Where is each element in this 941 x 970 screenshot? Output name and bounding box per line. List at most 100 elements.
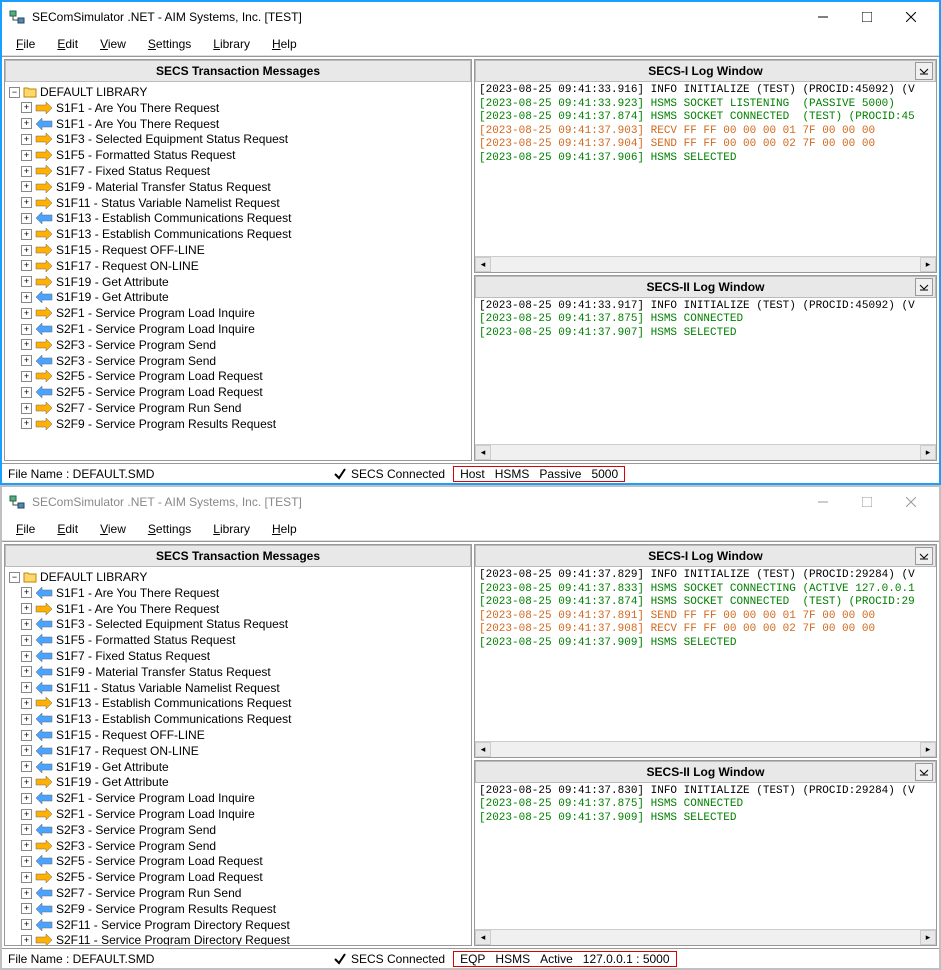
expand-icon[interactable]: + <box>21 698 32 709</box>
collapse-button[interactable] <box>915 278 933 296</box>
expand-icon[interactable]: + <box>21 840 32 851</box>
tree-item[interactable]: +S2F1 - Service Program Load Inquire <box>7 305 469 321</box>
menu-library[interactable]: Library <box>203 35 260 53</box>
tree-item[interactable]: +S1F19 - Get Attribute <box>7 759 469 775</box>
close-button[interactable] <box>889 4 933 30</box>
tree-item[interactable]: +S1F5 - Formatted Status Request <box>7 632 469 648</box>
expand-icon[interactable]: + <box>21 761 32 772</box>
expand-icon[interactable]: + <box>21 651 32 662</box>
expand-icon[interactable]: + <box>21 371 32 382</box>
tree-item[interactable]: +S1F7 - Fixed Status Request <box>7 163 469 179</box>
expand-icon[interactable]: + <box>21 245 32 256</box>
collapse-button[interactable] <box>915 763 933 781</box>
scroll-left-icon[interactable]: ◂ <box>475 742 491 757</box>
expand-icon[interactable]: + <box>21 118 32 129</box>
expand-icon[interactable]: + <box>21 603 32 614</box>
tree-item[interactable]: +S1F17 - Request ON-LINE <box>7 258 469 274</box>
tree-item[interactable]: +S1F19 - Get Attribute <box>7 274 469 290</box>
menu-help[interactable]: Help <box>262 520 307 538</box>
collapse-icon[interactable]: − <box>9 87 20 98</box>
expand-icon[interactable]: + <box>21 730 32 741</box>
tree-item[interactable]: +S1F17 - Request ON-LINE <box>7 743 469 759</box>
tree-item[interactable]: +S2F9 - Service Program Results Request <box>7 901 469 917</box>
expand-icon[interactable]: + <box>21 793 32 804</box>
minimize-button[interactable] <box>801 4 845 30</box>
tree-item[interactable]: +S2F7 - Service Program Run Send <box>7 400 469 416</box>
menu-settings[interactable]: Settings <box>138 520 201 538</box>
tree-item[interactable]: +S2F5 - Service Program Load Request <box>7 854 469 870</box>
tree-item[interactable]: +S1F19 - Get Attribute <box>7 775 469 791</box>
scroll-left-icon[interactable]: ◂ <box>475 445 491 460</box>
tree-item[interactable]: +S1F11 - Status Variable Namelist Reques… <box>7 195 469 211</box>
tree-item[interactable]: +S1F15 - Request OFF-LINE <box>7 242 469 258</box>
scrollbar-horizontal[interactable]: ◂▸ <box>475 256 936 272</box>
titlebar[interactable]: SEComSimulator .NET - AIM Systems, Inc. … <box>2 487 939 517</box>
expand-icon[interactable]: + <box>21 150 32 161</box>
expand-icon[interactable]: + <box>21 260 32 271</box>
expand-icon[interactable]: + <box>21 339 32 350</box>
tree-item[interactable]: +S2F5 - Service Program Load Request <box>7 369 469 385</box>
log-content[interactable]: [2023-08-25 09:41:37.830] INFO INITIALIZ… <box>475 783 936 929</box>
expand-icon[interactable]: + <box>21 102 32 113</box>
collapse-button[interactable] <box>915 547 933 565</box>
menu-file[interactable]: File <box>6 35 45 53</box>
tree-item[interactable]: +S1F13 - Establish Communications Reques… <box>7 226 469 242</box>
expand-icon[interactable]: + <box>21 134 32 145</box>
tree-item[interactable]: +S2F1 - Service Program Load Inquire <box>7 806 469 822</box>
tree-item[interactable]: +S2F3 - Service Program Send <box>7 822 469 838</box>
scroll-right-icon[interactable]: ▸ <box>920 742 936 757</box>
tree-item[interactable]: +S1F7 - Fixed Status Request <box>7 648 469 664</box>
expand-icon[interactable]: + <box>21 403 32 414</box>
expand-icon[interactable]: + <box>21 777 32 788</box>
tree-item[interactable]: +S1F1 - Are You There Request <box>7 601 469 617</box>
expand-icon[interactable]: + <box>21 292 32 303</box>
log-content[interactable]: [2023-08-25 09:41:37.829] INFO INITIALIZ… <box>475 567 936 741</box>
tree-item[interactable]: +S2F9 - Service Program Results Request <box>7 416 469 432</box>
titlebar[interactable]: SEComSimulator .NET - AIM Systems, Inc. … <box>2 2 939 32</box>
tree-item[interactable]: +S1F11 - Status Variable Namelist Reques… <box>7 680 469 696</box>
tree-item[interactable]: +S2F7 - Service Program Run Send <box>7 885 469 901</box>
scroll-left-icon[interactable]: ◂ <box>475 930 491 945</box>
scroll-left-icon[interactable]: ◂ <box>475 257 491 272</box>
tree-item[interactable]: +S1F1 - Are You There Request <box>7 116 469 132</box>
expand-icon[interactable]: + <box>21 276 32 287</box>
message-tree[interactable]: −DEFAULT LIBRARY+S1F1 - Are You There Re… <box>5 567 471 945</box>
collapse-icon[interactable]: − <box>9 572 20 583</box>
tree-item[interactable]: +S1F9 - Material Transfer Status Request <box>7 179 469 195</box>
tree-item[interactable]: +S1F19 - Get Attribute <box>7 290 469 306</box>
tree-item[interactable]: +S2F3 - Service Program Send <box>7 337 469 353</box>
expand-icon[interactable]: + <box>21 197 32 208</box>
scroll-right-icon[interactable]: ▸ <box>920 445 936 460</box>
expand-icon[interactable]: + <box>21 824 32 835</box>
tree-item[interactable]: +S1F5 - Formatted Status Request <box>7 147 469 163</box>
menu-library[interactable]: Library <box>203 520 260 538</box>
menu-settings[interactable]: Settings <box>138 35 201 53</box>
tree-item[interactable]: +S1F13 - Establish Communications Reques… <box>7 711 469 727</box>
tree-item[interactable]: +S1F3 - Selected Equipment Status Reques… <box>7 617 469 633</box>
expand-icon[interactable]: + <box>21 635 32 646</box>
expand-icon[interactable]: + <box>21 714 32 725</box>
tree-root[interactable]: −DEFAULT LIBRARY <box>7 84 469 100</box>
expand-icon[interactable]: + <box>21 856 32 867</box>
scroll-right-icon[interactable]: ▸ <box>920 257 936 272</box>
tree-item[interactable]: +S2F1 - Service Program Load Inquire <box>7 790 469 806</box>
expand-icon[interactable]: + <box>21 745 32 756</box>
tree-item[interactable]: +S1F9 - Material Transfer Status Request <box>7 664 469 680</box>
expand-icon[interactable]: + <box>21 355 32 366</box>
maximize-button[interactable] <box>845 4 889 30</box>
menu-help[interactable]: Help <box>262 35 307 53</box>
tree-item[interactable]: +S2F1 - Service Program Load Inquire <box>7 321 469 337</box>
expand-icon[interactable]: + <box>21 387 32 398</box>
tree-item[interactable]: +S1F13 - Establish Communications Reques… <box>7 696 469 712</box>
close-button[interactable] <box>889 489 933 515</box>
expand-icon[interactable]: + <box>21 903 32 914</box>
expand-icon[interactable]: + <box>21 619 32 630</box>
scrollbar-horizontal[interactable]: ◂▸ <box>475 444 936 460</box>
tree-item[interactable]: +S2F3 - Service Program Send <box>7 838 469 854</box>
tree-item[interactable]: +S1F1 - Are You There Request <box>7 100 469 116</box>
expand-icon[interactable]: + <box>21 229 32 240</box>
expand-icon[interactable]: + <box>21 418 32 429</box>
tree-item[interactable]: +S2F5 - Service Program Load Request <box>7 384 469 400</box>
menu-file[interactable]: File <box>6 520 45 538</box>
scrollbar-horizontal[interactable]: ◂▸ <box>475 929 936 945</box>
